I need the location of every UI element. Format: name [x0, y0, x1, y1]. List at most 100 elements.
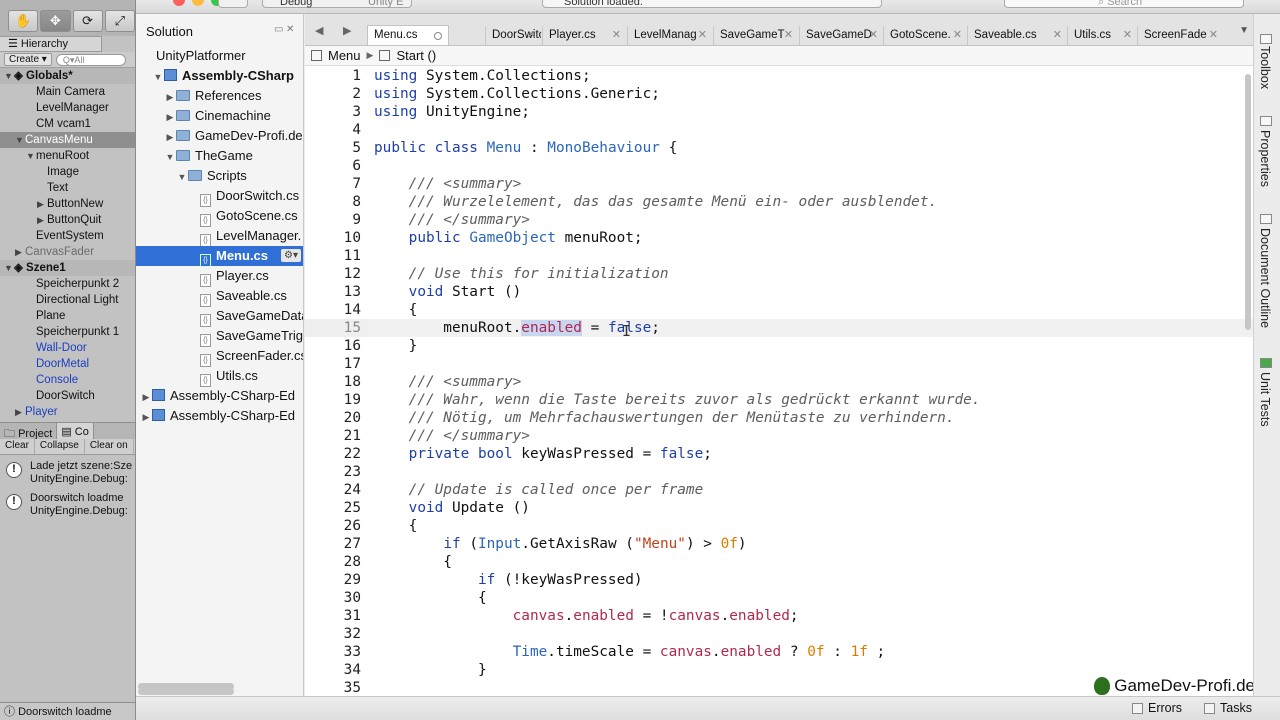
- scale-tool-icon[interactable]: ⤢: [104, 10, 135, 32]
- collapsed-arrow-icon[interactable]: ▶: [15, 244, 25, 260]
- solution-file-item[interactable]: {} LevelManager.: [136, 226, 303, 247]
- code-line[interactable]: 18 /// <summary>: [305, 373, 1253, 391]
- breadcrumb-method[interactable]: Start (): [396, 48, 436, 63]
- expanded-arrow-icon[interactable]: ▼: [152, 67, 164, 87]
- solution-tree-item[interactable]: ▼ Scripts: [136, 166, 303, 186]
- code-line[interactable]: 32: [305, 625, 1253, 643]
- collapsed-arrow-icon[interactable]: ▶: [140, 387, 152, 407]
- project-tab[interactable]: 🗀 Project: [0, 423, 58, 440]
- unsaved-dot-icon[interactable]: [434, 32, 442, 40]
- close-pad-icon[interactable]: ✕: [286, 24, 294, 35]
- hierarchy-item[interactable]: ▼menuRoot: [0, 148, 135, 164]
- code-line[interactable]: 27 if (Input.GetAxisRaw ("Menu") > 0f): [305, 535, 1253, 553]
- solution-file-item[interactable]: {} GotoScene.cs: [136, 206, 303, 227]
- solution-tree-item[interactable]: ▶ References: [136, 86, 303, 106]
- close-window-icon[interactable]: [173, 0, 185, 6]
- unit-tests-pad-tab[interactable]: Unit Tests: [1258, 372, 1272, 427]
- close-tab-icon[interactable]: ✕: [612, 26, 621, 44]
- close-tab-icon[interactable]: ✕: [1123, 26, 1132, 44]
- solution-file-item[interactable]: {} Menu.cs ⚙▾: [136, 246, 303, 267]
- hierarchy-item[interactable]: EventSystem: [0, 228, 135, 244]
- solution-file-item[interactable]: {} SaveGameData: [136, 306, 303, 327]
- tasks-pad-button[interactable]: Tasks: [1204, 701, 1252, 715]
- expanded-arrow-icon[interactable]: ▼: [4, 68, 14, 84]
- rotate-tool-icon[interactable]: ⟳: [72, 10, 103, 32]
- expanded-arrow-icon[interactable]: ▼: [4, 260, 14, 276]
- code-line[interactable]: 11: [305, 247, 1253, 265]
- code-line[interactable]: 23: [305, 463, 1253, 481]
- solution-file-item[interactable]: {} DoorSwitch.cs: [136, 186, 303, 207]
- code-line[interactable]: 7 /// <summary>: [305, 175, 1253, 193]
- code-line[interactable]: 8 /// Wurzelelement, das das gesamte Men…: [305, 193, 1253, 211]
- code-line[interactable]: 25 void Update (): [305, 499, 1253, 517]
- clear-button[interactable]: Clear: [0, 439, 35, 454]
- code-line[interactable]: 20 /// Nötig, um Mehrfachauswertungen de…: [305, 409, 1253, 427]
- hierarchy-item[interactable]: Wall-Door: [0, 340, 135, 356]
- collapsed-arrow-icon[interactable]: ▶: [37, 196, 47, 212]
- code-line[interactable]: 29 if (!keyWasPressed): [305, 571, 1253, 589]
- code-line[interactable]: 1 using System.Collections;: [305, 67, 1253, 85]
- clear-on-play-button[interactable]: Clear on: [85, 439, 134, 454]
- minimize-window-icon[interactable]: [192, 0, 204, 6]
- console-log-entry[interactable]: ! Doorswitch loadme UnityEngine.Debug:: [0, 489, 135, 521]
- minimize-pad-icon[interactable]: ▭: [274, 24, 283, 35]
- code-line[interactable]: 5 public class Menu : MonoBehaviour {: [305, 139, 1253, 157]
- code-line[interactable]: 21 /// </summary>: [305, 427, 1253, 445]
- solution-tree-item[interactable]: ▼ Assembly-CSharp: [136, 66, 303, 86]
- document-outline-pad-tab[interactable]: Document Outline: [1258, 228, 1272, 328]
- editor-tab[interactable]: LevelManag ✕: [627, 26, 712, 45]
- toolbox-pad-tab[interactable]: Toolbox: [1258, 46, 1272, 89]
- solution-tree-item[interactable]: ▶ Assembly-CSharp-Ed: [136, 406, 303, 426]
- close-tab-icon[interactable]: ✕: [527, 26, 536, 44]
- collapse-button[interactable]: Collapse: [35, 439, 85, 454]
- editor-tab[interactable]: DoorSwitch✕: [485, 26, 541, 45]
- hierarchy-search-input[interactable]: Q▾All: [55, 53, 126, 66]
- solution-horizontal-scrollbar[interactable]: [138, 688, 234, 695]
- expanded-arrow-icon[interactable]: ▼: [26, 148, 36, 164]
- hierarchy-item[interactable]: DoorSwitch: [0, 388, 135, 404]
- code-line[interactable]: 28 {: [305, 553, 1253, 571]
- hierarchy-item[interactable]: ▶ ButtonNew: [0, 196, 135, 212]
- editor-tab[interactable]: Player.cs ✕: [542, 26, 626, 45]
- expanded-arrow-icon[interactable]: ▼: [176, 167, 188, 187]
- code-line[interactable]: 12 // Use this for initialization: [305, 265, 1253, 283]
- move-tool-icon[interactable]: ✥: [40, 10, 71, 32]
- collapsed-arrow-icon[interactable]: ▶: [164, 87, 176, 107]
- console-log-entry[interactable]: ! Lade jetzt szene:Sze UnityEngine.Debug…: [0, 457, 135, 489]
- code-line[interactable]: 6: [305, 157, 1253, 175]
- close-tab-icon[interactable]: ✕: [784, 26, 793, 44]
- close-tab-icon[interactable]: ✕: [698, 26, 707, 44]
- editor-tab[interactable]: Menu.cs: [367, 25, 449, 45]
- hierarchy-item[interactable]: Speicherpunkt 2: [0, 276, 135, 292]
- close-tab-icon[interactable]: ✕: [869, 26, 878, 44]
- errors-pad-button[interactable]: Errors: [1132, 701, 1182, 715]
- solution-file-item[interactable]: {} Saveable.cs: [136, 286, 303, 307]
- back-arrow-icon[interactable]: ◀: [315, 24, 323, 37]
- close-tab-icon[interactable]: ✕: [1209, 26, 1218, 44]
- expanded-arrow-icon[interactable]: ▼: [15, 132, 25, 148]
- solution-tree-item[interactable]: ▶ Assembly-CSharp-Ed: [136, 386, 303, 406]
- code-line[interactable]: 24 // Update is called once per frame: [305, 481, 1253, 499]
- hierarchy-tab[interactable]: ☰ Hierarchy: [0, 36, 102, 52]
- tab-overflow-icon[interactable]: ▼: [1239, 25, 1249, 36]
- solution-file-item[interactable]: {} Player.cs: [136, 266, 303, 287]
- hierarchy-item[interactable]: Directional Light: [0, 292, 135, 308]
- code-line[interactable]: 14 {: [305, 301, 1253, 319]
- code-line[interactable]: 33 Time.timeScale = canvas.enabled ? 0f …: [305, 643, 1253, 661]
- code-line[interactable]: 30 {: [305, 589, 1253, 607]
- code-line[interactable]: 31 canvas.enabled = !canvas.enabled;: [305, 607, 1253, 625]
- editor-tab[interactable]: GotoScene. ✕: [883, 26, 967, 45]
- code-line[interactable]: 16 }: [305, 337, 1253, 355]
- properties-pad-tab[interactable]: Properties: [1258, 130, 1272, 187]
- solution-tree-item[interactable]: ▶ GameDev-Profi.de: [136, 126, 303, 146]
- solution-file-item[interactable]: {} Utils.cs: [136, 366, 303, 387]
- editor-tab[interactable]: Saveable.cs ✕: [967, 26, 1067, 45]
- close-tab-icon[interactable]: ✕: [953, 26, 962, 44]
- code-line[interactable]: 15 menuRoot.enabled = false; I: [305, 319, 1253, 340]
- hierarchy-item[interactable]: Console: [0, 372, 135, 388]
- code-line[interactable]: 9 /// </summary>: [305, 211, 1253, 229]
- code-line[interactable]: 13 void Start (): [305, 283, 1253, 301]
- hierarchy-item[interactable]: ▶ ButtonQuit: [0, 212, 135, 228]
- code-line[interactable]: 2 using System.Collections.Generic;: [305, 85, 1253, 103]
- hierarchy-item[interactable]: CM vcam1: [0, 116, 135, 132]
